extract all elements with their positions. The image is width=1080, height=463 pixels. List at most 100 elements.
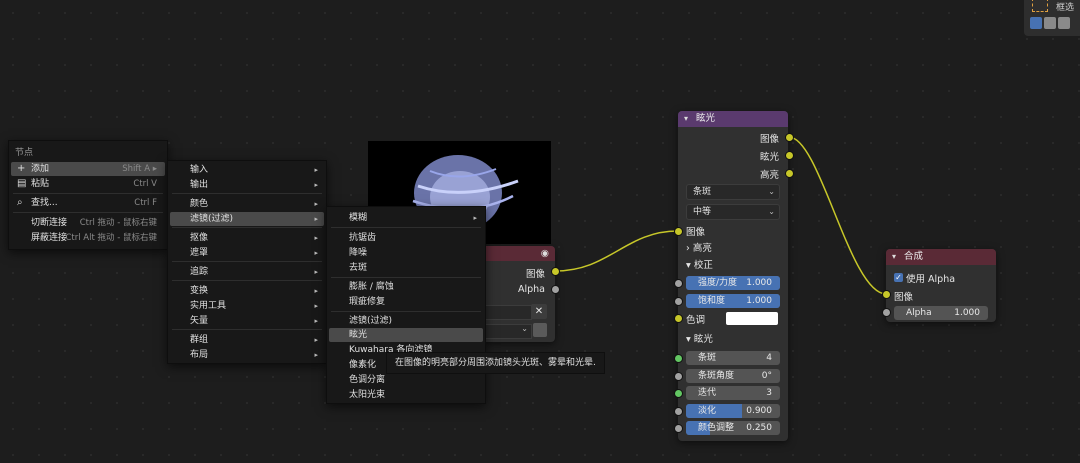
chevron-down-icon: ▾ [684, 114, 689, 123]
menu-separator [172, 280, 322, 281]
eye-icon[interactable]: ◉ [541, 246, 549, 262]
filter-inpaint[interactable]: 瑕疵修复 [329, 295, 483, 309]
tint-color-swatch[interactable] [726, 312, 778, 325]
menu-item-add[interactable]: + 添加 Shift A ▸ [11, 162, 165, 176]
tint-socket[interactable] [674, 314, 683, 323]
highlights-panel[interactable]: › 高亮 [686, 240, 712, 254]
glare-node-header[interactable]: ▾ 眩光 [678, 111, 788, 127]
glare-quality-dropdown[interactable]: 中等 ⌄ [686, 204, 780, 220]
glare-input-image: 图像 [686, 227, 706, 238]
iterations-socket[interactable] [674, 389, 683, 398]
composite-input-image: 图像 [894, 292, 914, 303]
image-node[interactable]: ◉ 图像 Alpha ✕ ⌄ [482, 246, 555, 342]
tint-label: 色调 [686, 315, 706, 326]
streak-angle-field[interactable]: 条斑角度 0° [686, 369, 780, 383]
add-tracking[interactable]: 追踪 ▸ [170, 265, 324, 279]
menu-separator [13, 193, 163, 194]
menu-item-find[interactable]: ⌕ 查找... Ctrl F [11, 196, 165, 210]
menu-separator [172, 193, 322, 194]
plus-icon: + [17, 163, 26, 174]
image-source-dropdown[interactable]: ⌄ [482, 324, 532, 339]
filter-antialiasing[interactable]: 抗锯齿 [329, 231, 483, 245]
alpha-output-label: Alpha [517, 284, 545, 295]
strength-socket[interactable] [674, 279, 683, 288]
glare-tooltip: 在图像的明亮部分周围添加镜头光斑、雾晕和光晕. [386, 352, 605, 374]
glare-highlights-out-socket[interactable] [785, 169, 794, 178]
use-alpha-label: 使用 Alpha [906, 274, 956, 285]
image-output-socket[interactable] [551, 267, 560, 276]
filter-sun-beams[interactable]: 太阳光束 [329, 388, 483, 402]
add-output[interactable]: 输出 ▸ [170, 178, 324, 192]
glare-type-dropdown[interactable]: 条斑 ⌄ [686, 184, 780, 200]
link-glare-to-composite [788, 136, 887, 295]
add-filter[interactable]: 滤镜(过滤) ▸ [170, 212, 324, 226]
select-new-icon[interactable] [1030, 17, 1042, 29]
composite-node[interactable]: ▾ 合成 ✓ 使用 Alpha 图像 Alpha 1.000 [886, 249, 996, 322]
add-group[interactable]: 群组 ▸ [170, 333, 324, 347]
add-mask[interactable]: 遮罩 ▸ [170, 246, 324, 260]
color-mod-socket[interactable] [674, 424, 683, 433]
close-icon[interactable]: ✕ [531, 304, 547, 319]
composite-image-socket[interactable] [882, 290, 891, 299]
filter-filter[interactable]: 滤镜(过滤) [329, 314, 483, 328]
filter-despeckle[interactable]: 去斑 [329, 261, 483, 275]
add-transform[interactable]: 变换 ▸ [170, 284, 324, 298]
chevron-down-icon: ⌄ [768, 187, 775, 196]
menu-separator [13, 212, 163, 213]
glare-image-in-socket[interactable] [674, 227, 683, 236]
menu-separator [172, 329, 322, 330]
folder-icon[interactable] [533, 323, 547, 337]
glare-output-image: 图像 [759, 134, 779, 145]
color-modulation-field[interactable]: 颜色调整 0.250 [686, 421, 780, 435]
saturation-socket[interactable] [674, 297, 683, 306]
alpha-output-socket[interactable] [551, 285, 560, 294]
filter-glare[interactable]: 眩光 [329, 328, 483, 342]
add-vector[interactable]: 矢量 ▸ [170, 314, 324, 328]
strength-field[interactable]: 强度/力度 1.000 [686, 276, 780, 290]
glare-glare-out-socket[interactable] [785, 151, 794, 160]
composite-alpha-socket[interactable] [882, 308, 891, 317]
select-extend-icon[interactable] [1044, 17, 1056, 29]
saturation-field[interactable]: 饱和度 1.000 [686, 294, 780, 308]
menu-title: 节点 [15, 148, 34, 158]
glare-output-glare: 眩光 [759, 152, 779, 163]
fade-socket[interactable] [674, 407, 683, 416]
filter-blur[interactable]: 模糊 ▸ [329, 211, 483, 225]
streaks-field[interactable]: 条斑 4 [686, 351, 780, 365]
add-keying[interactable]: 抠像 ▸ [170, 231, 324, 245]
select-tool-widget[interactable]: 框选 [1024, 0, 1080, 36]
menu-separator [172, 261, 322, 262]
cursor-icon [1032, 0, 1048, 12]
add-color[interactable]: 颜色 ▸ [170, 197, 324, 211]
image-name-field[interactable] [482, 305, 532, 320]
filter-posterize[interactable]: 色调分离 [329, 373, 483, 387]
glare-node[interactable]: ▾ 眩光 图像 眩光 高亮 条斑 ⌄ 中等 ⌄ 图像 › 高亮 ▾ 校正 强度/力度… [678, 111, 788, 441]
filter-denoise[interactable]: 降噪 [329, 246, 483, 260]
menu-item-paste[interactable]: ▤ 粘贴 Ctrl V [11, 177, 165, 191]
streaks-socket[interactable] [674, 354, 683, 363]
node-context-menu: 节点 + 添加 Shift A ▸ ▤ 粘贴 Ctrl V ⌕ 查找... Ctrl F 切… [8, 140, 168, 250]
select-subtract-icon[interactable] [1058, 17, 1070, 29]
glare-section-panel[interactable]: ▾ 眩光 [686, 331, 713, 345]
add-input[interactable]: 输入 ▸ [170, 163, 324, 177]
menu-separator [331, 277, 481, 278]
composite-node-header[interactable]: ▾ 合成 [886, 249, 996, 265]
streak-angle-socket[interactable] [674, 372, 683, 381]
filter-dilate-erode[interactable]: 膨胀 / 腐蚀 [329, 280, 483, 294]
add-utilities[interactable]: 实用工具 ▸ [170, 299, 324, 313]
add-layout[interactable]: 布局 ▸ [170, 348, 324, 362]
menu-item-cut-links[interactable]: 切断连接 Ctrl 拖动 - 鼠标右键 [11, 216, 165, 230]
use-alpha-checkbox[interactable]: ✓ [894, 273, 903, 282]
composite-alpha-field[interactable]: Alpha 1.000 [894, 306, 988, 320]
link-image-to-glare [554, 230, 679, 272]
add-submenu: 输入 ▸ 输出 ▸ 颜色 ▸ 滤镜(过滤) ▸ 抠像 ▸ 遮罩 ▸ 追踪 ▸ 变换 ▸ 实用工具… [167, 160, 327, 364]
search-icon: ⌕ [17, 197, 23, 208]
image-node-header[interactable]: ◉ [482, 246, 555, 261]
menu-item-mute-links[interactable]: 屏蔽连接 Ctrl Alt 拖动 - 鼠标右键 [11, 231, 165, 245]
glare-image-out-socket[interactable] [785, 133, 794, 142]
chevron-down-icon: ⌄ [521, 324, 528, 333]
filter-submenu: 模糊 ▸ 抗锯齿 降噪 去斑 膨胀 / 腐蚀 瑕疵修复 滤镜(过滤) 眩光 Kuw… [326, 206, 486, 404]
iterations-field[interactable]: 迭代 3 [686, 386, 780, 400]
fade-field[interactable]: 淡化 0.900 [686, 404, 780, 418]
adjust-panel[interactable]: ▾ 校正 [686, 257, 713, 271]
